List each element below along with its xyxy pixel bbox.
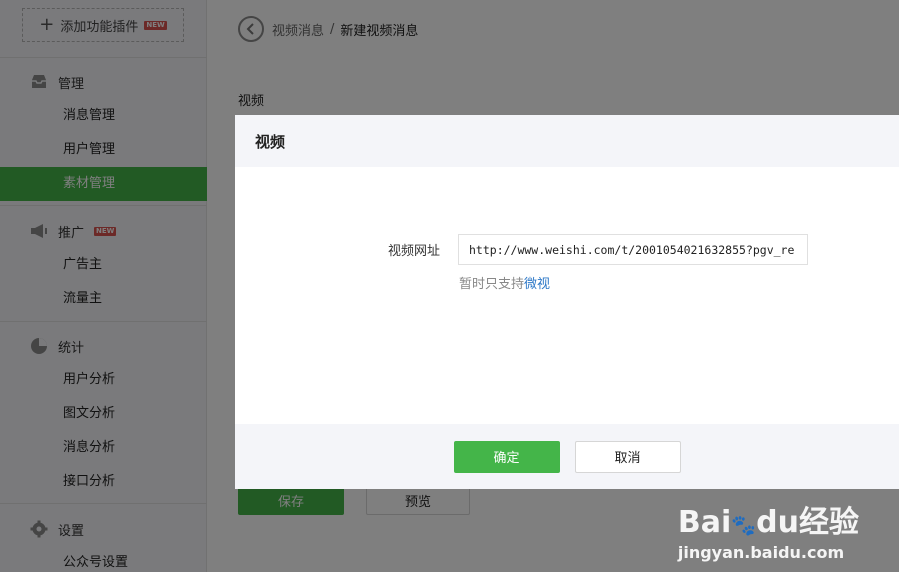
cancel-button[interactable]: 取消 (574, 440, 681, 473)
support-hint-text: 暂时只支持 (459, 277, 525, 292)
weishi-link[interactable]: 微视 (524, 277, 550, 292)
confirm-button[interactable]: 确定 (453, 440, 560, 473)
video-url-input[interactable] (458, 234, 808, 265)
dialog-title: 视频 (235, 115, 899, 167)
support-hint: 暂时只支持微视 (459, 273, 550, 292)
watermark-logo: Bai🐾du经验 (678, 497, 859, 541)
page: + 添加功能插件 NEW 管理 消息管理 用户管理 素材管理 (0, 0, 899, 572)
dialog-body: 视频网址 暂时只支持微视 (235, 167, 899, 424)
watermark-logo-left: Bai (677, 505, 732, 540)
watermark-logo-suffix: 经验 (799, 505, 859, 540)
watermark-logo-right: du (756, 505, 799, 540)
dialog-footer: 确定 取消 (235, 424, 899, 489)
paw-icon: 🐾 (731, 513, 757, 537)
watermark-site: jingyan.baidu.com (677, 543, 845, 562)
video-url-label: 视频网址 (388, 244, 441, 259)
video-dialog: 视频 视频网址 暂时只支持微视 确定 取消 (235, 115, 899, 489)
baidu-jingyan-watermark: Bai🐾du经验 jingyan.baidu.com (678, 497, 859, 562)
